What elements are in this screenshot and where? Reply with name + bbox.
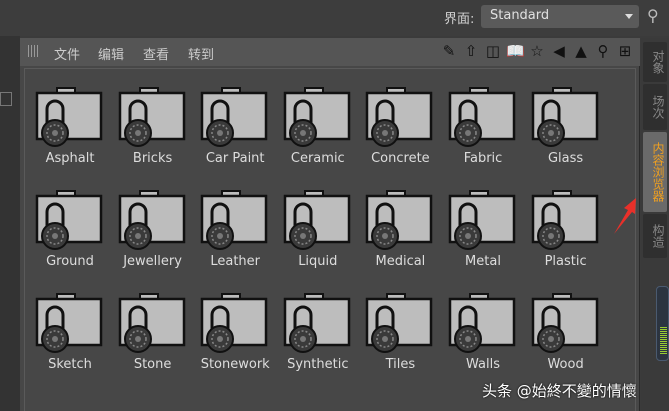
top-bar: 界面: Standard ⚲ bbox=[0, 0, 669, 36]
material-folder-stone[interactable]: Stone bbox=[112, 287, 194, 387]
material-name: Leather bbox=[210, 254, 261, 269]
locked-folder-icon bbox=[531, 293, 598, 353]
locked-folder-icon bbox=[366, 293, 433, 353]
locked-folder-icon bbox=[200, 293, 268, 353]
material-name: Ceramic bbox=[290, 151, 345, 166]
material-folder-ground[interactable]: Ground bbox=[29, 184, 111, 284]
menu-goto[interactable]: 转到 bbox=[188, 44, 214, 63]
material-folder-liquid[interactable]: Liquid bbox=[277, 184, 359, 284]
material-name: Medical bbox=[375, 254, 426, 269]
material-folder-fabric[interactable]: Fabric bbox=[442, 81, 524, 181]
material-folder-ceramic[interactable]: Ceramic bbox=[277, 81, 359, 181]
material-name: Stone bbox=[133, 357, 172, 372]
material-name: Sketch bbox=[48, 357, 92, 372]
material-folder-medical[interactable]: Medical bbox=[359, 184, 441, 284]
material-folder-plastic[interactable]: Plastic bbox=[525, 184, 607, 284]
locked-folder-icon bbox=[118, 190, 185, 250]
material-name: Synthetic bbox=[287, 357, 349, 372]
viewport-icon bbox=[0, 92, 12, 106]
material-folder-asphalt[interactable]: Asphalt bbox=[29, 81, 111, 181]
back-arrow-icon[interactable]: ◀ bbox=[550, 42, 568, 60]
chevron-down-icon bbox=[625, 14, 633, 19]
forward-arrow-icon[interactable]: ▲ bbox=[572, 42, 590, 60]
search-icon[interactable]: ⚲ bbox=[594, 42, 612, 60]
tab-content-browser[interactable]: 内容浏览器 bbox=[643, 132, 667, 212]
layout-value: Standard bbox=[490, 8, 550, 23]
locked-folder-icon bbox=[35, 87, 103, 147]
material-folder-concrete[interactable]: Concrete bbox=[359, 81, 441, 181]
material-folder-walls[interactable]: Walls bbox=[442, 287, 524, 387]
new-window-icon[interactable]: ⊞ bbox=[616, 42, 634, 60]
edit-icon[interactable]: ✎ bbox=[440, 42, 458, 60]
locked-folder-icon bbox=[283, 293, 351, 353]
search-icon[interactable]: ⚲ bbox=[647, 6, 659, 25]
material-name: Fabric bbox=[463, 151, 503, 166]
tab-structure[interactable]: 构造 bbox=[643, 214, 667, 258]
material-folder-synthetic[interactable]: Synthetic bbox=[277, 287, 359, 387]
locked-folder-icon bbox=[448, 190, 516, 250]
material-folder-stonework[interactable]: Stonework bbox=[194, 287, 276, 387]
locked-folder-icon bbox=[35, 293, 103, 353]
menu-edit[interactable]: 编辑 bbox=[98, 44, 124, 63]
locked-folder-icon bbox=[118, 87, 185, 147]
level-meter bbox=[656, 286, 669, 361]
layout-dropdown[interactable]: Standard bbox=[481, 5, 639, 28]
material-name: Asphalt bbox=[45, 151, 95, 166]
locked-folder-icon bbox=[531, 87, 598, 147]
menu-view[interactable]: 查看 bbox=[143, 44, 169, 63]
material-name: Bricks bbox=[132, 151, 173, 166]
material-folder-jewellery[interactable]: Jewellery bbox=[112, 184, 194, 284]
browser-toolbar: 文件 编辑 查看 转到 ✎ ⇧ ◫ 📖 ☆ ◀ ▲ ⚲ ⊞ bbox=[20, 38, 640, 66]
material-folder-bricks[interactable]: Bricks bbox=[112, 81, 194, 181]
material-name: Plastic bbox=[544, 254, 587, 269]
locked-folder-icon bbox=[448, 87, 516, 147]
jar-icon[interactable]: ◫ bbox=[484, 42, 502, 60]
material-name: Car Paint bbox=[205, 151, 265, 166]
material-name: Walls bbox=[466, 357, 500, 372]
locked-folder-icon bbox=[283, 87, 351, 147]
locked-folder-icon bbox=[200, 190, 268, 250]
material-name: Stonework bbox=[200, 357, 270, 372]
watermark: 头条 @始終不變的情懷 bbox=[482, 382, 637, 400]
star-icon[interactable]: ☆ bbox=[528, 42, 546, 60]
grip-handle-icon[interactable] bbox=[28, 45, 40, 57]
material-folder-sketch[interactable]: Sketch bbox=[29, 287, 111, 387]
locked-folder-icon bbox=[531, 190, 598, 250]
material-folder-leather[interactable]: Leather bbox=[194, 184, 276, 284]
material-folder-metal[interactable]: Metal bbox=[442, 184, 524, 284]
locked-folder-icon bbox=[366, 190, 433, 250]
locked-folder-icon bbox=[448, 293, 516, 353]
annotation-arrow-icon bbox=[614, 198, 636, 234]
material-name: Concrete bbox=[371, 151, 430, 166]
material-name: Metal bbox=[465, 254, 501, 269]
material-name: Wood bbox=[547, 357, 584, 372]
material-folder-wood[interactable]: Wood bbox=[525, 287, 607, 387]
material-name: Liquid bbox=[298, 254, 338, 269]
locked-folder-icon bbox=[283, 190, 351, 250]
material-name: Glass bbox=[547, 151, 584, 166]
tab-objects[interactable]: 对象 bbox=[643, 42, 667, 82]
locked-folder-icon bbox=[200, 87, 268, 147]
locked-folder-icon bbox=[118, 293, 185, 353]
book-icon[interactable]: 📖 bbox=[506, 42, 525, 60]
layout-label: 界面: bbox=[444, 12, 475, 27]
tab-takes[interactable]: 场次 bbox=[643, 84, 667, 130]
material-name: Jewellery bbox=[123, 254, 182, 269]
material-folder-glass[interactable]: Glass bbox=[525, 81, 607, 181]
home-icon[interactable]: ⇧ bbox=[462, 42, 480, 60]
menu-file[interactable]: 文件 bbox=[54, 44, 80, 63]
material-folder-car-paint[interactable]: Car Paint bbox=[194, 81, 276, 181]
locked-folder-icon bbox=[35, 190, 103, 250]
material-folder-tiles[interactable]: Tiles bbox=[359, 287, 441, 387]
left-strip bbox=[0, 36, 20, 411]
materials-grid: Asphalt Bricks Car Paint Ceramic Concrete Fab… bbox=[24, 68, 636, 411]
material-name: Ground bbox=[46, 254, 94, 269]
locked-folder-icon bbox=[366, 87, 433, 147]
material-name: Tiles bbox=[385, 357, 416, 372]
content-browser-panel: 文件 编辑 查看 转到 ✎ ⇧ ◫ 📖 ☆ ◀ ▲ ⚲ ⊞ Asphalt Bri… bbox=[20, 38, 640, 411]
